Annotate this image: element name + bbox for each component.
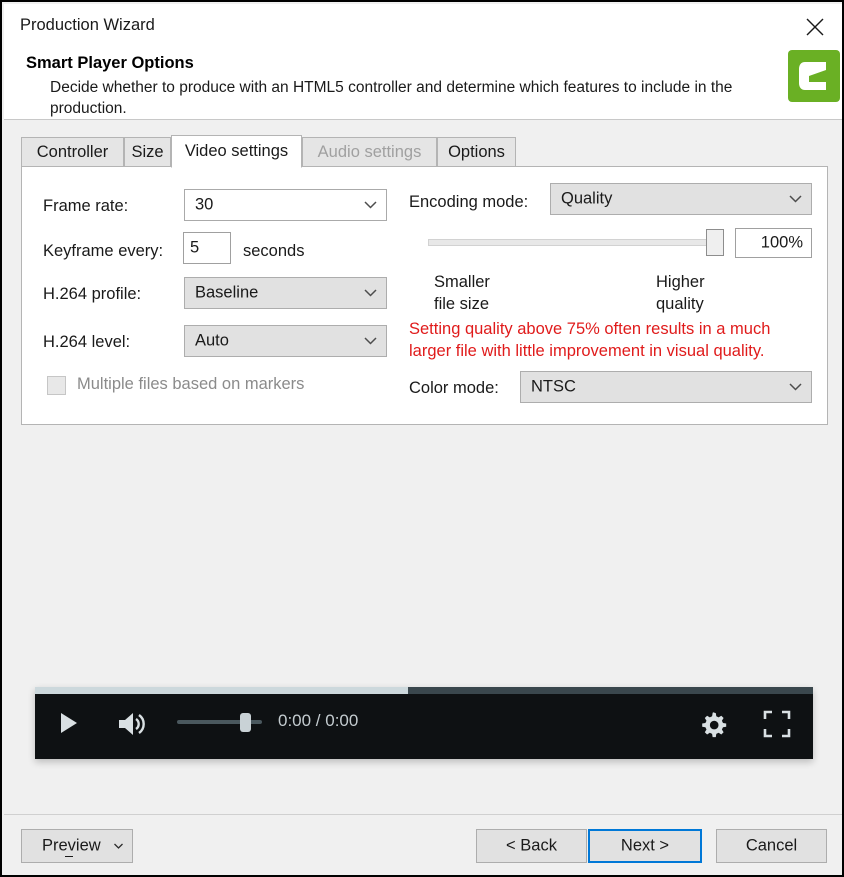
quality-warning-line1: Setting quality above 75% often results … bbox=[409, 320, 771, 338]
chevron-down-icon bbox=[364, 201, 377, 209]
higher-quality-line2: quality bbox=[656, 295, 704, 313]
tab-video-settings[interactable]: Video settings bbox=[171, 135, 302, 168]
frame-rate-value: 30 bbox=[195, 195, 214, 214]
player-settings-button[interactable] bbox=[698, 709, 728, 744]
quality-warning-line2: larger file with little improvement in v… bbox=[409, 342, 765, 360]
tab-options[interactable]: Options bbox=[437, 137, 516, 167]
color-mode-label: Color mode: bbox=[409, 379, 499, 397]
scrubber-buffered bbox=[35, 687, 409, 694]
page-title: Smart Player Options bbox=[26, 54, 194, 72]
page-description: Decide whether to produce with an HTML5 … bbox=[50, 79, 733, 117]
quality-value: 100% bbox=[760, 233, 803, 252]
volume-button[interactable] bbox=[116, 710, 150, 743]
window-title: Production Wizard bbox=[20, 16, 155, 34]
camtasia-logo-icon bbox=[799, 62, 826, 90]
h264-profile-combo[interactable]: Baseline bbox=[184, 277, 387, 309]
tab-audio-settings: Audio settings bbox=[302, 137, 437, 167]
play-icon bbox=[61, 713, 77, 733]
header-band: Smart Player Options Decide whether to p… bbox=[4, 46, 842, 120]
h264-level-value: Auto bbox=[195, 331, 229, 350]
smaller-filesize-line2: file size bbox=[434, 295, 490, 313]
tab-label: Controller bbox=[36, 143, 109, 161]
tab-label: Options bbox=[448, 143, 505, 161]
chevron-down-icon bbox=[364, 337, 377, 345]
h264-level-combo[interactable]: Auto bbox=[184, 325, 387, 357]
dialog-footer: Preview < Back Next > Cancel bbox=[4, 814, 842, 875]
fullscreen-icon bbox=[763, 710, 791, 738]
h264-profile-label: H.264 profile: bbox=[43, 285, 142, 303]
keyframe-value: 5 bbox=[190, 238, 200, 257]
next-label: Next > bbox=[620, 836, 670, 855]
quality-value-input[interactable]: 100% bbox=[735, 228, 812, 258]
production-wizard-dialog: Production Wizard Smart Player Options D… bbox=[0, 0, 844, 877]
smaller-filesize-line1: Smaller bbox=[434, 273, 490, 291]
multiple-files-label: Multiple files based on markers bbox=[77, 375, 305, 393]
tab-size[interactable]: Size bbox=[124, 137, 171, 167]
keyframe-unit-label: seconds bbox=[243, 242, 305, 260]
video-player-controlbar: 0:00 / 0:00 bbox=[35, 687, 813, 759]
camtasia-logo bbox=[788, 50, 840, 102]
video-settings-panel: Frame rate: 30 Keyframe every: 5 seconds… bbox=[21, 166, 828, 425]
color-mode-value: NTSC bbox=[531, 377, 576, 396]
back-label: < Back bbox=[506, 836, 557, 855]
gear-icon bbox=[702, 712, 727, 738]
chevron-down-icon bbox=[364, 289, 377, 297]
chevron-down-icon bbox=[789, 383, 802, 391]
color-mode-combo[interactable]: NTSC bbox=[520, 371, 812, 403]
player-time-display: 0:00 / 0:00 bbox=[278, 711, 359, 730]
frame-rate-label: Frame rate: bbox=[43, 197, 129, 215]
h264-profile-value: Baseline bbox=[195, 283, 259, 302]
next-button[interactable]: Next > bbox=[588, 829, 702, 863]
frame-rate-combo[interactable]: 30 bbox=[184, 189, 387, 221]
higher-quality-line1: Higher bbox=[656, 273, 705, 291]
cancel-button[interactable]: Cancel bbox=[716, 829, 827, 863]
quality-slider-track[interactable] bbox=[428, 239, 718, 246]
keyframe-label: Keyframe every: bbox=[43, 242, 164, 260]
chevron-down-icon bbox=[789, 195, 802, 203]
cancel-label: Cancel bbox=[745, 836, 798, 855]
keyframe-input[interactable]: 5 bbox=[183, 232, 231, 264]
play-button[interactable] bbox=[58, 711, 80, 740]
encoding-mode-value: Quality bbox=[561, 189, 613, 208]
tab-label: Size bbox=[131, 143, 164, 161]
fullscreen-button[interactable] bbox=[763, 710, 791, 743]
tab-label: Video settings bbox=[184, 142, 289, 160]
volume-slider-thumb[interactable] bbox=[240, 713, 251, 732]
preview-button[interactable]: Preview bbox=[21, 829, 133, 863]
close-button[interactable] bbox=[792, 6, 838, 44]
title-bar: Production Wizard bbox=[4, 4, 842, 46]
back-button[interactable]: < Back bbox=[476, 829, 587, 863]
encoding-mode-label: Encoding mode: bbox=[409, 193, 529, 211]
chevron-down-icon bbox=[114, 843, 123, 849]
multiple-files-checkbox bbox=[47, 376, 66, 395]
volume-icon bbox=[119, 713, 145, 735]
preview-accelerator-underline bbox=[65, 856, 73, 857]
encoding-mode-combo[interactable]: Quality bbox=[550, 183, 812, 215]
close-icon bbox=[806, 18, 824, 36]
tab-controller[interactable]: Controller bbox=[21, 137, 124, 167]
tab-label: Audio settings bbox=[317, 143, 422, 161]
h264-level-label: H.264 level: bbox=[43, 333, 131, 351]
quality-slider-thumb[interactable] bbox=[706, 229, 724, 256]
